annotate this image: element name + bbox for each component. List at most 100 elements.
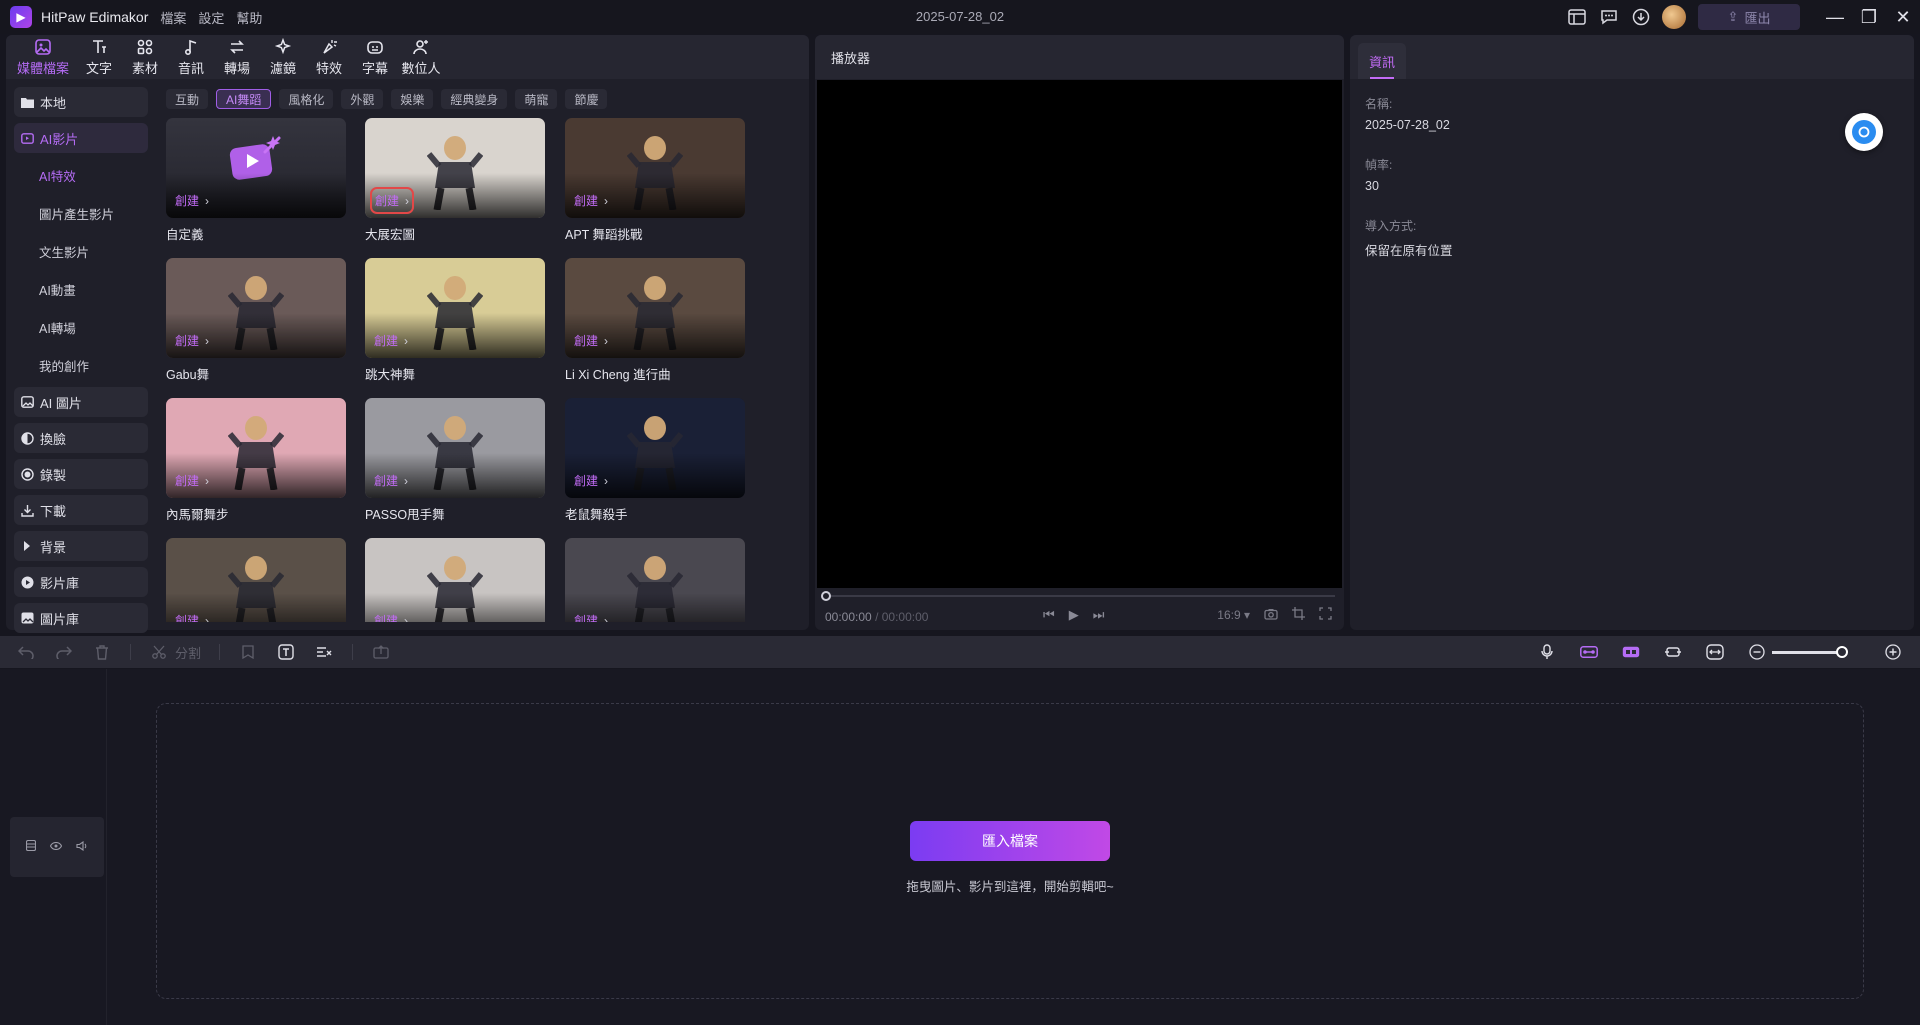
create-button[interactable]: 創建 › bbox=[175, 472, 209, 489]
sidebar-subitem-my-creations[interactable]: 我的創作 bbox=[14, 349, 148, 381]
tab-transitions[interactable]: 轉場 bbox=[214, 35, 260, 79]
effect-card[interactable]: 創建 › bbox=[365, 538, 545, 622]
sidebar-subitem-text-to-video[interactable]: 文生影片 bbox=[14, 235, 148, 267]
effect-card[interactable]: 創建 › Li Xi Cheng 進行曲 bbox=[565, 258, 745, 383]
sidebar-item-image-library[interactable]: 圖片庫 bbox=[14, 603, 148, 633]
export-button[interactable]: ⇪ 匯出 bbox=[1698, 4, 1800, 30]
effect-card[interactable]: 創建 › bbox=[166, 538, 346, 622]
text-box-icon[interactable] bbox=[276, 642, 296, 662]
menu-help[interactable]: 幫助 bbox=[236, 8, 262, 27]
effect-thumbnail[interactable]: 創建 › bbox=[166, 538, 346, 622]
sidebar-item-ai-video[interactable]: AI影片 bbox=[14, 123, 148, 153]
filter-chip-entertainment[interactable]: 娛樂 bbox=[391, 89, 434, 109]
trim-icon[interactable] bbox=[1662, 641, 1684, 663]
redo-icon[interactable] bbox=[54, 642, 74, 662]
sidebar-item-video-library[interactable]: 影片庫 bbox=[14, 567, 148, 597]
track-audio-icon[interactable] bbox=[76, 840, 88, 854]
link-clips-icon[interactable] bbox=[1578, 641, 1600, 663]
filter-chip-festival[interactable]: 節慶 bbox=[565, 89, 608, 109]
track-visibility-icon[interactable] bbox=[49, 841, 63, 853]
user-avatar[interactable] bbox=[1662, 5, 1686, 29]
sidebar-item-download[interactable]: 下載 bbox=[14, 495, 148, 525]
create-button[interactable]: 創建 › bbox=[574, 472, 608, 489]
video-preview[interactable] bbox=[817, 80, 1342, 588]
effect-thumbnail[interactable]: 創建 › bbox=[166, 398, 346, 498]
split-icon[interactable] bbox=[149, 642, 169, 662]
filter-chip-interactive[interactable]: 互動 bbox=[166, 89, 209, 109]
create-button[interactable]: 創建 › bbox=[374, 612, 408, 623]
feedback-icon[interactable] bbox=[1598, 6, 1620, 28]
menu-file[interactable]: 檔案 bbox=[160, 8, 186, 27]
tab-info[interactable]: 資訊 bbox=[1358, 43, 1406, 79]
sidebar-item-ai-image[interactable]: AI 圖片 bbox=[14, 387, 148, 417]
delete-icon[interactable] bbox=[92, 642, 112, 662]
tab-media[interactable]: 媒體檔案 bbox=[10, 35, 76, 79]
effect-card[interactable]: 創建 › Gabu舞 bbox=[166, 258, 346, 383]
effect-card[interactable]: 創建 › 老鼠舞殺手 bbox=[565, 398, 745, 523]
crop-icon[interactable] bbox=[1292, 607, 1305, 623]
create-button[interactable]: 創建 › bbox=[574, 332, 608, 349]
create-button[interactable]: 創建 › bbox=[574, 192, 608, 209]
tab-text[interactable]: 文字 bbox=[76, 35, 122, 79]
snapshot-icon[interactable] bbox=[1264, 608, 1278, 623]
sidebar-item-background[interactable]: 背景 bbox=[14, 531, 148, 561]
sidebar-item-face-swap[interactable]: 換臉 bbox=[14, 423, 148, 453]
effect-card[interactable]: 創建 › 大展宏圖 bbox=[365, 118, 545, 243]
effect-thumbnail[interactable]: 創建 › bbox=[565, 398, 745, 498]
undo-icon[interactable] bbox=[16, 642, 36, 662]
effect-thumbnail[interactable]: 創建 › bbox=[365, 118, 545, 218]
restore-button[interactable]: ❐ bbox=[1852, 0, 1886, 34]
prev-frame-icon[interactable]: ⏮ bbox=[1043, 607, 1055, 623]
sidebar-item-local[interactable]: 本地 bbox=[14, 87, 148, 117]
auto-subtitle-icon[interactable] bbox=[314, 642, 334, 662]
effect-thumbnail[interactable]: 創建 › bbox=[365, 258, 545, 358]
split-label[interactable]: 分割 bbox=[175, 643, 201, 662]
filter-chip-ai-dance[interactable]: AI舞蹈 bbox=[216, 89, 272, 109]
sidebar-subitem-ai-animation[interactable]: AI動畫 bbox=[14, 273, 148, 305]
aspect-ratio-dropdown[interactable]: 16:9 ▾ bbox=[1217, 608, 1250, 622]
filter-chip-stylize[interactable]: 風格化 bbox=[279, 89, 334, 109]
sidebar-subitem-ai-transition[interactable]: AI轉場 bbox=[14, 311, 148, 343]
export-clip-icon[interactable] bbox=[371, 642, 391, 662]
marker-icon[interactable] bbox=[238, 642, 258, 662]
tab-filters[interactable]: 濾鏡 bbox=[260, 35, 306, 79]
fullscreen-icon[interactable] bbox=[1319, 607, 1332, 623]
create-button[interactable]: 創建 › bbox=[175, 192, 209, 209]
effect-card[interactable]: 創建 › PASSO甩手舞 bbox=[365, 398, 545, 523]
sidebar-item-record[interactable]: 錄製 bbox=[14, 459, 148, 489]
filter-chip-classic-transform[interactable]: 經典變身 bbox=[441, 89, 508, 109]
zoom-out-icon[interactable] bbox=[1746, 641, 1768, 663]
assistant-button[interactable] bbox=[1845, 113, 1883, 151]
create-button[interactable]: 創建 › bbox=[374, 472, 408, 489]
tab-elements[interactable]: 素材 bbox=[122, 35, 168, 79]
close-button[interactable]: ✕ bbox=[1886, 0, 1920, 34]
sidebar-subitem-image-to-video[interactable]: 圖片產生影片 bbox=[14, 197, 148, 229]
magnetic-snap-icon[interactable] bbox=[1620, 641, 1642, 663]
tab-effects[interactable]: 特效 bbox=[306, 35, 352, 79]
create-button[interactable]: 創建 › bbox=[374, 332, 408, 349]
tab-audio[interactable]: 音訊 bbox=[168, 35, 214, 79]
track-lock-icon[interactable] bbox=[25, 839, 37, 854]
effect-thumbnail[interactable]: 創建 › bbox=[166, 258, 346, 358]
effect-card[interactable]: 創建 › bbox=[565, 538, 745, 622]
effect-thumbnail[interactable]: 創建 › bbox=[166, 118, 346, 218]
create-button[interactable]: 創建 › bbox=[175, 612, 209, 623]
fit-timeline-icon[interactable] bbox=[1704, 641, 1726, 663]
filter-chip-appearance[interactable]: 外觀 bbox=[341, 89, 384, 109]
effect-thumbnail[interactable]: 創建 › bbox=[365, 538, 545, 622]
download-icon[interactable] bbox=[1630, 6, 1652, 28]
microphone-icon[interactable] bbox=[1536, 641, 1558, 663]
effect-card[interactable]: 創建 › APT 舞蹈挑戰 bbox=[565, 118, 745, 243]
create-button[interactable]: 創建 › bbox=[175, 332, 209, 349]
effect-thumbnail[interactable]: 創建 › bbox=[565, 538, 745, 622]
effect-card[interactable]: 創建 › 跳大神舞 bbox=[365, 258, 545, 383]
effect-card[interactable]: 創建 › 內馬爾舞步 bbox=[166, 398, 346, 523]
menu-settings[interactable]: 設定 bbox=[198, 8, 224, 27]
tab-digital-human[interactable]: 數位人 bbox=[398, 35, 444, 79]
create-button[interactable]: 創建 › bbox=[369, 187, 415, 214]
sidebar-subitem-ai-effects[interactable]: AI特效 bbox=[14, 159, 148, 191]
seek-handle[interactable] bbox=[821, 591, 831, 601]
play-icon[interactable]: ▶ bbox=[1069, 607, 1079, 623]
zoom-in-icon[interactable] bbox=[1882, 641, 1904, 663]
import-files-button[interactable]: 匯入檔案 bbox=[910, 821, 1110, 861]
